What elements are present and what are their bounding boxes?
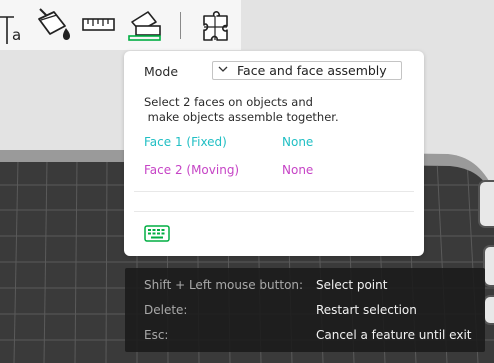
face2-value: None [282,163,314,177]
shortcut-key: Esc: [144,328,169,342]
shortcut-action: Select point [316,278,388,292]
shortcut-help-overlay: Shift + Left mouse button: Select point … [125,268,485,352]
svg-text:a: a [12,26,21,44]
shortcut-key: Delete: [144,303,188,317]
shortcut-action: Cancel a feature until exit [316,328,472,342]
chevron-down-icon [218,66,228,72]
keyboard-icon[interactable] [144,225,170,242]
shortcut-action: Restart selection [316,303,417,317]
instruction-text: Select 2 faces on objects and make objec… [144,95,339,124]
puzzle-icon[interactable] [199,6,237,44]
text-tool-icon[interactable]: a [0,6,28,44]
mode-dropdown[interactable]: Face and face assembly [212,61,402,80]
assembly-icon[interactable] [126,6,164,44]
top-toolbar: a [0,0,241,50]
face1-label: Face 1 (Fixed) [144,135,227,149]
ruler-icon[interactable] [82,6,116,44]
face1-value: None [282,135,314,149]
paint-bucket-icon[interactable] [36,6,76,44]
mode-label: Mode [144,64,179,79]
panel-divider [134,211,414,212]
mode-value: Face and face assembly [237,63,387,78]
assembly-panel: Mode Face and face assembly Select 2 fac… [124,51,424,256]
panel-divider [134,191,414,192]
toolbar-separator [180,12,181,39]
shortcut-key: Shift + Left mouse button: [144,278,304,292]
face2-label: Face 2 (Moving) [144,163,240,177]
